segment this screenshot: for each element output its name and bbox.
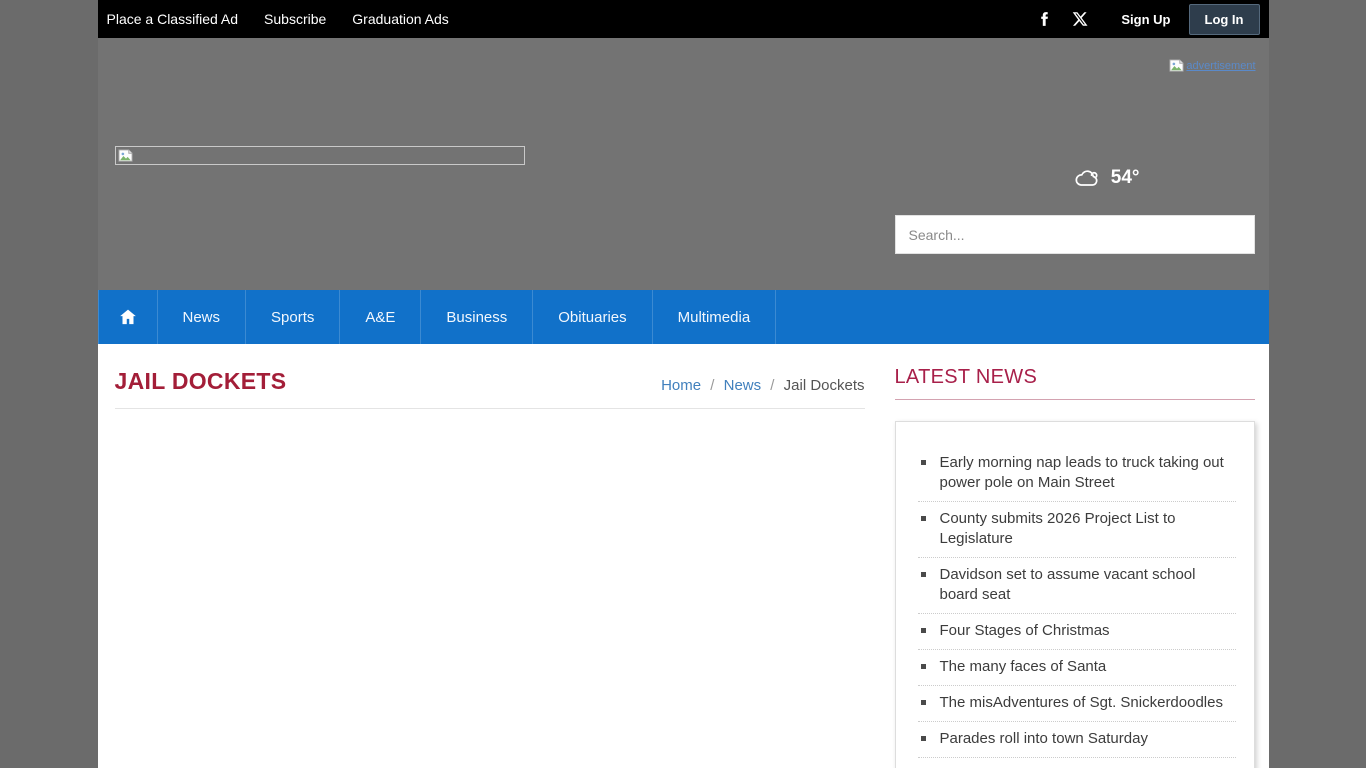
breadcrumb-current: Jail Dockets [784,377,865,394]
latest-news-item[interactable]: Now, Let's Carve the Eel [918,758,1236,768]
main-nav: News Sports A&E Business Obituaries Mult… [98,290,1269,344]
nav-item-ae[interactable]: A&E [339,290,420,344]
place-classified-ad-link[interactable]: Place a Classified Ad [107,11,239,27]
weather-widget[interactable]: 54° [1073,166,1140,190]
topbar-right: Sign Up Log In [1035,4,1259,35]
topbar-links: Place a Classified Ad Subscribe Graduati… [107,11,449,27]
sidebar: LATEST NEWS Early morning nap leads to t… [895,344,1255,768]
nav-item-sports[interactable]: Sports [245,290,339,344]
site-logo-broken-image[interactable] [115,146,525,165]
facebook-icon[interactable] [1035,10,1053,28]
broken-image-icon [1169,59,1184,72]
graduation-ads-link[interactable]: Graduation Ads [352,11,449,27]
latest-news-item[interactable]: The many faces of Santa [918,650,1236,686]
latest-news-title: LATEST NEWS [895,366,1255,400]
latest-news-item[interactable]: County submits 2026 Project List to Legi… [918,502,1236,558]
nav-item-multimedia[interactable]: Multimedia [652,290,777,344]
broken-image-icon [118,149,133,162]
latest-news-item[interactable]: Davidson set to assume vacant school boa… [918,558,1236,614]
main-content: JAIL DOCKETS Home / News / Jail Dockets … [98,344,1269,768]
article-column: JAIL DOCKETS Home / News / Jail Dockets [115,344,865,768]
breadcrumb-news[interactable]: News [724,377,762,394]
title-divider [115,408,865,409]
breadcrumb-separator: / [710,377,714,394]
sign-up-link[interactable]: Sign Up [1121,12,1170,27]
nav-item-news[interactable]: News [157,290,246,344]
latest-news-list: Early morning nap leads to truck taking … [918,446,1236,768]
nav-home-tab[interactable] [98,290,157,344]
header-ad-broken-image[interactable]: advertisement [1169,59,1255,72]
header-ad-alt-text: advertisement [1186,60,1255,72]
latest-news-item[interactable]: The misAdventures of Sgt. Snickerdoodles [918,686,1236,722]
topbar: Place a Classified Ad Subscribe Graduati… [98,0,1269,38]
subscribe-link[interactable]: Subscribe [264,11,326,27]
latest-news-item[interactable]: Early morning nap leads to truck taking … [918,446,1236,502]
page-wrapper: Place a Classified Ad Subscribe Graduati… [98,0,1269,768]
home-icon [118,307,138,327]
latest-news-card: Early morning nap leads to truck taking … [895,421,1255,768]
breadcrumb-home[interactable]: Home [661,377,701,394]
page-title: JAIL DOCKETS [115,368,287,395]
nav-item-business[interactable]: Business [420,290,532,344]
temperature-value: 54° [1111,167,1140,189]
search-input[interactable] [895,215,1255,254]
nav-item-obituaries[interactable]: Obituaries [532,290,651,344]
log-in-button[interactable]: Log In [1189,4,1260,35]
breadcrumb: Home / News / Jail Dockets [661,377,864,395]
latest-news-item[interactable]: Four Stages of Christmas [918,614,1236,650]
breadcrumb-separator: / [770,377,774,394]
cloud-icon [1073,166,1103,190]
site-header: advertisement 54° [98,38,1269,290]
latest-news-item[interactable]: Parades roll into town Saturday [918,722,1236,758]
x-icon[interactable] [1071,10,1089,28]
